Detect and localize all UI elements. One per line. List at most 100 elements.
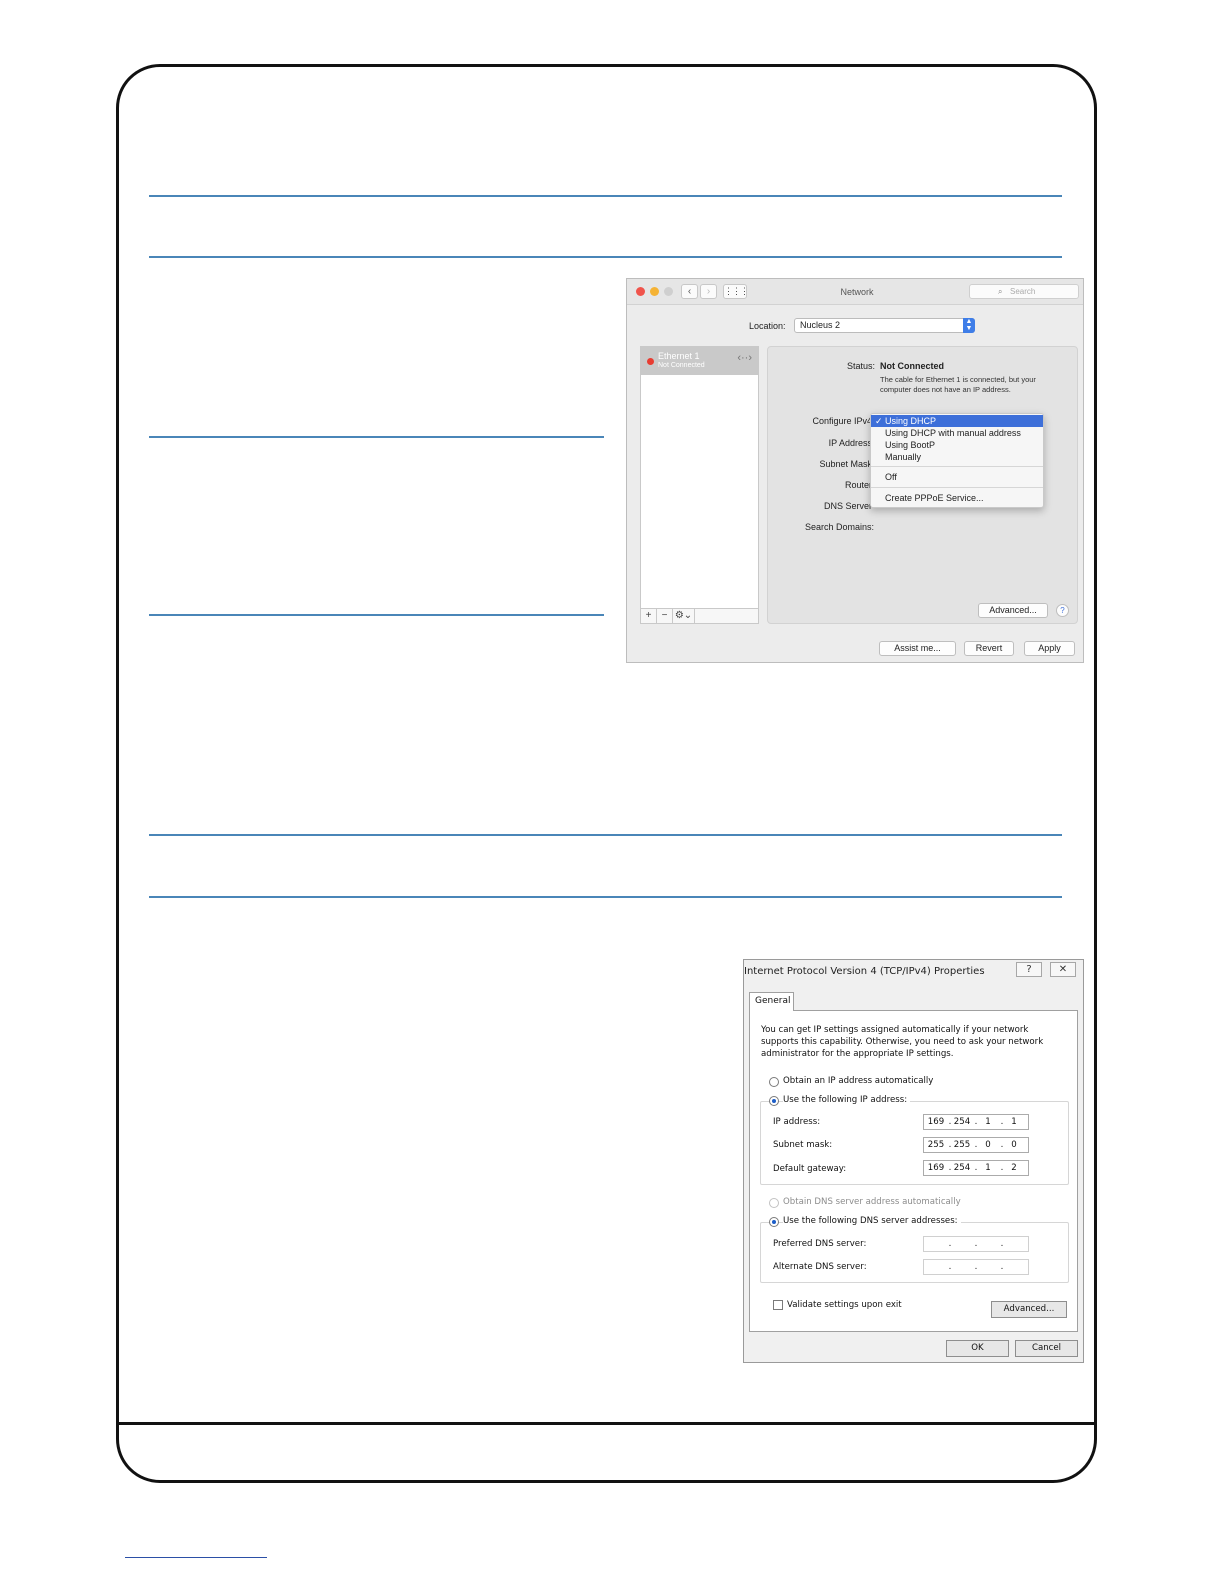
validate-settings-checkbox[interactable] xyxy=(773,1300,783,1310)
location-label: Location: xyxy=(749,321,786,331)
location-value: Nucleus 2 xyxy=(800,320,841,330)
service-list-controls: + − ⚙⌄ xyxy=(641,608,758,623)
service-name: Ethernet 1 xyxy=(658,351,700,361)
zoom-window-icon[interactable] xyxy=(664,287,673,296)
search-placeholder: Search xyxy=(1010,287,1036,296)
service-item-ethernet-1[interactable]: Ethernet 1 Not Connected ‹··› xyxy=(641,347,758,375)
mac-network-preferences-window: ‹ › ⋮⋮⋮ Network ⌕ Search Location: Nucle… xyxy=(626,278,1084,663)
service-status: Not Connected xyxy=(658,362,705,369)
menu-separator xyxy=(871,487,1043,488)
obtain-dns-auto-label: Obtain DNS server address automatically xyxy=(783,1197,961,1207)
cancel-button[interactable]: Cancel xyxy=(1015,1340,1078,1357)
ok-button[interactable]: OK xyxy=(946,1340,1009,1357)
menu-item-dhcp-manual[interactable]: Using DHCP with manual address xyxy=(871,427,1043,439)
menu-item-bootp[interactable]: Using BootP xyxy=(871,439,1043,451)
octet-dot: . xyxy=(948,1262,952,1272)
menu-item-label: Using DHCP xyxy=(885,416,937,426)
use-following-ip-label: Use the following IP address: xyxy=(783,1095,911,1105)
use-following-dns-label: Use the following DNS server addresses: xyxy=(783,1216,961,1226)
default-gateway-label: Default gateway: xyxy=(773,1164,847,1174)
service-detail-pane: Status: Not Connected The cable for Ethe… xyxy=(767,346,1078,624)
section-rule-1-bottom xyxy=(149,256,1062,258)
gw-octet-2: 254 xyxy=(953,1163,971,1173)
tab-general[interactable]: General xyxy=(749,992,794,1011)
windows-ipv4-properties-dialog: Internet Protocol Version 4 (TCP/IPv4) P… xyxy=(743,959,1084,1363)
show-all-grid-icon[interactable]: ⋮⋮⋮ xyxy=(723,284,749,299)
chevron-left-icon[interactable]: ‹ xyxy=(681,284,698,299)
remove-service-button[interactable]: − xyxy=(657,609,673,623)
search-icon: ⌕ xyxy=(998,287,1003,296)
alternate-dns-input[interactable]: . . . xyxy=(923,1259,1029,1275)
checkmark-icon: ✓ xyxy=(875,416,883,426)
search-domains-label: Search Domains: xyxy=(804,522,874,532)
menu-item-off[interactable]: Off xyxy=(871,471,1043,483)
mask-octet-3: 0 xyxy=(985,1140,991,1150)
section-rule-1-top xyxy=(149,195,1062,197)
menu-item-using-dhcp[interactable]: ✓ Using DHCP xyxy=(871,415,1043,427)
revert-button[interactable]: Revert xyxy=(964,641,1014,656)
default-gateway-input[interactable]: 169. 254. 1. 2 xyxy=(923,1160,1029,1176)
menu-separator xyxy=(871,466,1043,467)
gear-icon[interactable]: ⚙⌄ xyxy=(673,609,695,623)
mask-octet-2: 255 xyxy=(953,1140,971,1150)
close-icon[interactable]: ✕ xyxy=(1050,962,1076,977)
ip-address-label: IP address: xyxy=(773,1117,821,1127)
subsection-rule-2 xyxy=(149,614,604,616)
subnet-mask-input[interactable]: 255. 255. 0. 0 xyxy=(923,1137,1029,1153)
subnet-mask-label: Subnet Mask xyxy=(819,459,872,469)
menu-item-create-pppoe[interactable]: Create PPPoE Service... xyxy=(871,492,1043,504)
dns-server-label: DNS Server xyxy=(823,501,872,511)
octet-dot: . xyxy=(1000,1262,1004,1272)
router-label: Router xyxy=(844,480,872,490)
validate-settings-label: Validate settings upon exit xyxy=(787,1300,902,1310)
help-icon[interactable]: ? xyxy=(1056,604,1069,617)
dialog-title: Internet Protocol Version 4 (TCP/IPv4) P… xyxy=(744,966,985,977)
window-title: Network xyxy=(840,287,874,297)
gw-octet-4: 2 xyxy=(1011,1163,1017,1173)
status-value: Not Connected xyxy=(880,361,944,371)
help-icon[interactable]: ? xyxy=(1016,962,1042,977)
section-rule-2-top xyxy=(149,834,1062,836)
octet-dot: . xyxy=(948,1239,952,1249)
ip-octet-3: 1 xyxy=(985,1117,991,1127)
ip-octet-1: 169 xyxy=(927,1117,945,1127)
configure-ipv4-menu[interactable]: ✓ Using DHCP Using DHCP with manual addr… xyxy=(870,413,1044,508)
advanced-button[interactable]: Advanced... xyxy=(978,603,1048,618)
status-note: The cable for Ethernet 1 is connected, b… xyxy=(880,375,1036,394)
octet-dot: . xyxy=(1000,1239,1004,1249)
status-dot-icon xyxy=(647,358,654,365)
footer-divider xyxy=(116,1422,1097,1425)
minimize-window-icon[interactable] xyxy=(650,287,659,296)
ip-octet-2: 254 xyxy=(953,1117,971,1127)
assist-me-button[interactable]: Assist me... xyxy=(879,641,956,656)
use-following-dns-radio[interactable] xyxy=(769,1217,779,1227)
octet-dot: . xyxy=(974,1239,978,1249)
ip-address-input[interactable]: 169. 254. 1. 1 xyxy=(923,1114,1029,1130)
intro-text: You can get IP settings assigned automat… xyxy=(761,1025,1044,1059)
location-select[interactable]: Nucleus 2 ▲ ▼ xyxy=(794,318,975,333)
select-arrows-icon: ▲ ▼ xyxy=(963,318,975,333)
use-following-ip-radio[interactable] xyxy=(769,1096,779,1106)
search-field[interactable]: ⌕ Search xyxy=(969,284,1079,299)
add-service-button[interactable]: + xyxy=(641,609,657,623)
footnote-link-underline xyxy=(125,1557,267,1558)
configure-ipv4-label: Configure IPv4 xyxy=(812,416,872,426)
subsection-rule-1 xyxy=(149,436,604,438)
advanced-button[interactable]: Advanced... xyxy=(991,1301,1067,1318)
preferred-dns-input[interactable]: . . . xyxy=(923,1236,1029,1252)
obtain-ip-auto-radio[interactable] xyxy=(769,1077,779,1087)
obtain-ip-auto-label: Obtain an IP address automatically xyxy=(783,1076,934,1086)
gw-octet-1: 169 xyxy=(927,1163,945,1173)
chevron-right-icon[interactable]: › xyxy=(700,284,717,299)
menu-item-manually[interactable]: Manually xyxy=(871,451,1043,463)
octet-dot: . xyxy=(974,1262,978,1272)
gw-octet-3: 1 xyxy=(985,1163,991,1173)
close-window-icon[interactable] xyxy=(636,287,645,296)
mac-titlebar: ‹ › ⋮⋮⋮ Network ⌕ Search xyxy=(627,279,1083,305)
apply-button[interactable]: Apply xyxy=(1024,641,1075,656)
general-tab-panel: You can get IP settings assigned automat… xyxy=(749,1010,1078,1332)
mask-octet-4: 0 xyxy=(1011,1140,1017,1150)
status-label: Status: xyxy=(846,361,875,371)
obtain-dns-auto-radio[interactable] xyxy=(769,1198,779,1208)
subnet-mask-label: Subnet mask: xyxy=(773,1140,833,1150)
